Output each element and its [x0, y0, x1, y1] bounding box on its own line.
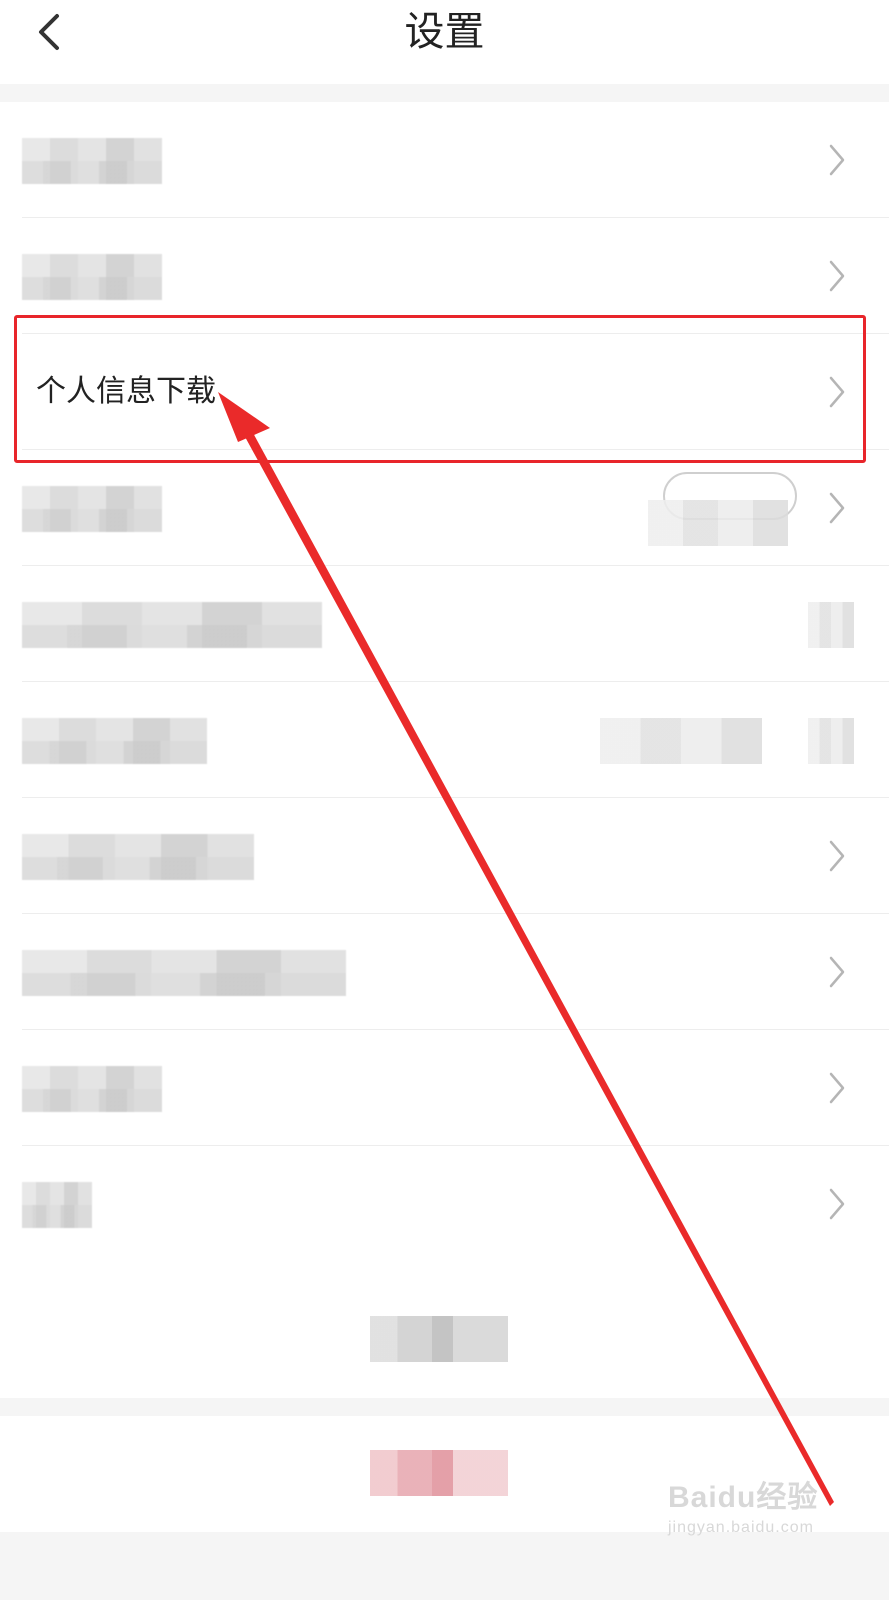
blurred-action-label	[370, 1450, 508, 1496]
watermark: Baidu经验 jingyan.baidu.com	[668, 1478, 868, 1558]
settings-row-5[interactable]	[0, 566, 889, 682]
watermark-brand: Baidu经验	[668, 1481, 819, 1514]
settings-row-1[interactable]	[0, 102, 889, 218]
settings-row-9[interactable]	[0, 1030, 889, 1146]
header-bar: 设置	[0, 0, 889, 84]
blurred-label	[22, 950, 346, 996]
settings-row-2[interactable]	[0, 218, 889, 334]
blurred-toggle[interactable]	[808, 718, 854, 764]
blurred-label	[22, 138, 162, 184]
blurred-label	[22, 486, 162, 532]
settings-row-10[interactable]	[0, 1146, 889, 1262]
settings-row-7[interactable]	[0, 798, 889, 914]
row-label: 个人信息下载	[36, 374, 216, 409]
chevron-right-icon	[829, 1188, 845, 1220]
settings-row-personal-info-download[interactable]: 个人信息下载	[0, 334, 889, 450]
settings-row-8[interactable]	[0, 914, 889, 1030]
chevron-right-icon	[829, 144, 845, 176]
watermark-url: jingyan.baidu.com	[668, 1519, 814, 1536]
blurred-value	[600, 718, 762, 764]
blurred-label	[22, 254, 162, 300]
chevron-right-icon	[829, 260, 845, 292]
action-button-1[interactable]	[0, 1282, 889, 1398]
settings-row-6[interactable]	[0, 682, 889, 798]
blurred-toggle[interactable]	[808, 602, 854, 648]
blurred-action-label	[370, 1316, 508, 1362]
blurred-label	[22, 602, 322, 648]
blurred-label	[22, 1182, 92, 1228]
blurred-value	[648, 500, 788, 546]
chevron-right-icon	[829, 376, 845, 408]
blurred-label	[22, 834, 254, 880]
settings-list: 个人信息下载	[0, 102, 889, 1290]
chevron-right-icon	[829, 956, 845, 988]
page-title: 设置	[404, 9, 485, 55]
chevron-right-icon	[829, 492, 845, 524]
settings-row-4[interactable]	[0, 450, 889, 566]
chevron-right-icon	[829, 840, 845, 872]
blurred-label	[22, 718, 207, 764]
blurred-label	[22, 1066, 162, 1112]
chevron-right-icon	[829, 1072, 845, 1104]
